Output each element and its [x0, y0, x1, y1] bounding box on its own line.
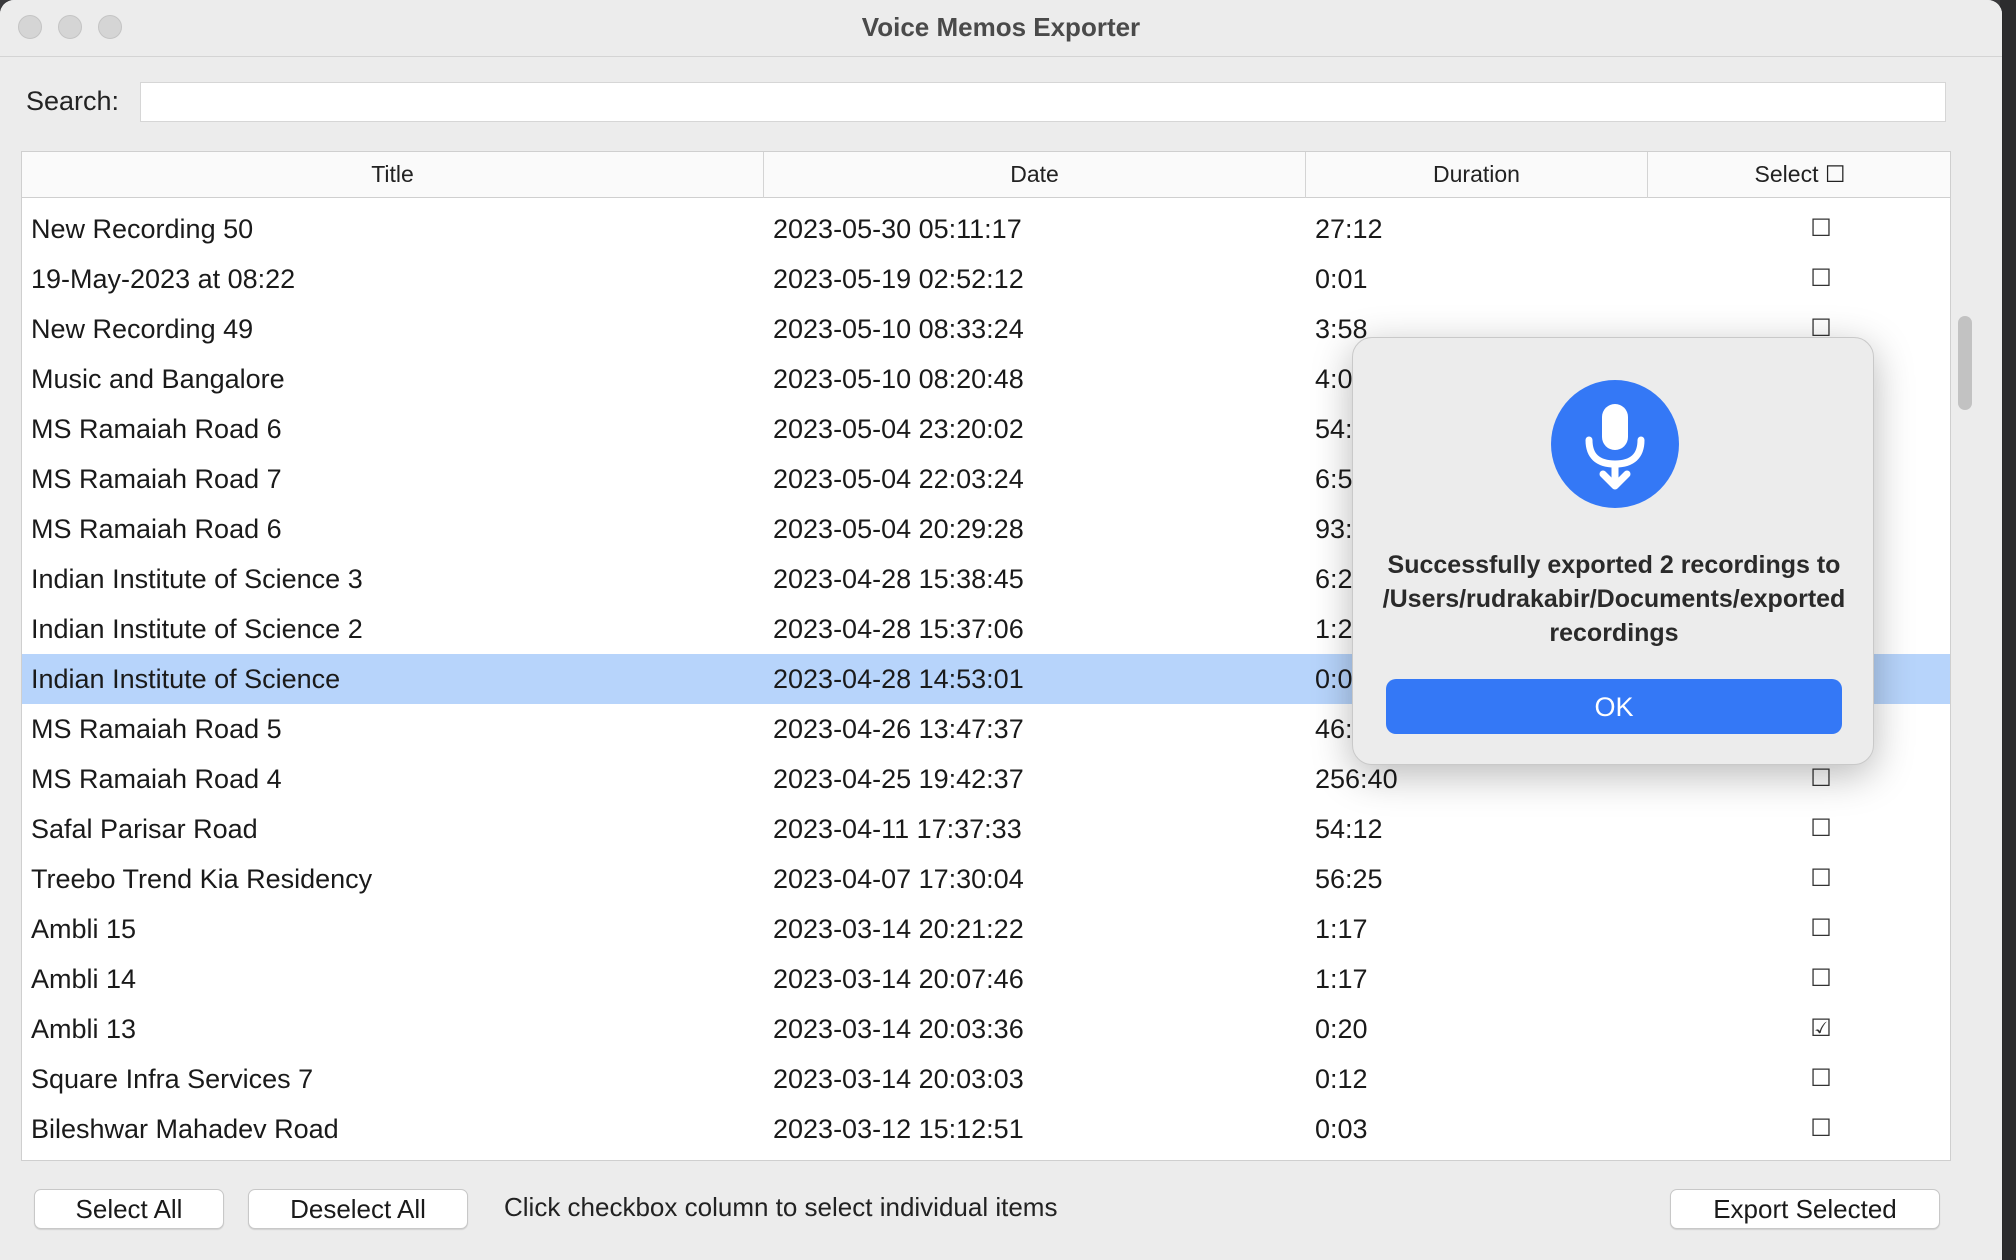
- row-date: 2023-04-07 17:30:04: [773, 864, 1024, 894]
- window-title: Voice Memos Exporter: [861, 12, 1141, 42]
- table-row[interactable]: Safal Parisar Road 2023-04-11 17:37:33 54:…: [22, 804, 1950, 854]
- row-date: 2023-03-14 20:03:03: [773, 1064, 1024, 1094]
- deselect-all-button[interactable]: Deselect All: [248, 1189, 468, 1229]
- row-date: 2023-03-14 20:21:22: [773, 914, 1024, 944]
- table-row[interactable]: Bileshwar Mahadev Road 2023-03-12 15:12:5…: [22, 1104, 1950, 1154]
- column-header-title[interactable]: Title: [22, 152, 764, 198]
- row-title: Music and Bangalore: [31, 364, 285, 394]
- vertical-scrollbar[interactable]: [1958, 316, 1972, 410]
- row-title: MS Ramaiah Road 6: [31, 514, 282, 544]
- row-date: 2023-04-28 14:53:01: [773, 664, 1024, 694]
- row-date: 2023-05-04 23:20:02: [773, 414, 1024, 444]
- column-header-date[interactable]: Date: [764, 152, 1306, 198]
- row-date: 2023-04-28 15:38:45: [773, 564, 1024, 594]
- row-duration: 1:17: [1315, 914, 1368, 944]
- row-date: 2023-04-26 13:47:37: [773, 714, 1024, 744]
- row-date: 2023-05-10 08:20:48: [773, 364, 1024, 394]
- row-date: 2023-05-04 22:03:24: [773, 464, 1024, 494]
- row-date: 2023-05-30 05:11:17: [773, 214, 1022, 244]
- table-row[interactable]: 19-May-2023 at 08:22 2023-05-19 02:52:12 0…: [22, 254, 1950, 304]
- app-window: Voice Memos Exporter Search: Title Date …: [0, 0, 2002, 1260]
- background-window-edge: [2000, 0, 2016, 1260]
- row-select-checkbox[interactable]: ☐: [1671, 254, 1950, 304]
- table-row[interactable]: Ambli 15 2023-03-14 20:21:22 1:17 ☐: [22, 904, 1950, 954]
- row-date: 2023-03-14 20:03:36: [773, 1014, 1024, 1044]
- row-title: Safal Parisar Road: [31, 814, 258, 844]
- row-duration: 0:01: [1315, 264, 1368, 294]
- row-title: New Recording 49: [31, 314, 254, 344]
- row-duration: 56:25: [1315, 864, 1383, 894]
- row-title: Ambli 14: [31, 964, 137, 994]
- row-title: Square Infra Services 7: [31, 1064, 314, 1094]
- export-selected-button[interactable]: Export Selected: [1670, 1189, 1940, 1229]
- row-select-checkbox[interactable]: ☐: [1671, 904, 1950, 954]
- row-duration: 0:12: [1315, 1064, 1368, 1094]
- row-title: Treebo Trend Kia Residency: [31, 864, 373, 894]
- row-duration: 27:12: [1315, 214, 1383, 244]
- row-date: 2023-03-14 20:07:46: [773, 964, 1024, 994]
- row-date: 2023-05-04 20:29:28: [773, 514, 1024, 544]
- dialog-message: Successfully exported 2 recordings to /U…: [1382, 551, 1846, 647]
- row-select-checkbox[interactable]: ☐: [1671, 204, 1950, 254]
- row-duration: 0:03: [1315, 1114, 1368, 1144]
- row-select-checkbox[interactable]: ☐: [1671, 954, 1950, 1004]
- row-select-checkbox[interactable]: ☐: [1671, 804, 1950, 854]
- select-all-button[interactable]: Select All: [34, 1189, 224, 1229]
- table-row[interactable]: Ambli 13 2023-03-14 20:03:36 0:20 ☑: [22, 1004, 1950, 1054]
- row-title: Indian Institute of Science 3: [31, 564, 363, 594]
- ok-button[interactable]: OK: [1386, 679, 1842, 734]
- row-title: MS Ramaiah Road 6: [31, 414, 282, 444]
- row-date: 2023-03-12 15:12:51: [773, 1114, 1024, 1144]
- row-title: MS Ramaiah Road 4: [31, 764, 282, 794]
- title-bar: Voice Memos Exporter: [0, 0, 2002, 57]
- footer-bar: Select All Deselect All Click checkbox c…: [0, 1170, 2002, 1260]
- voice-memo-icon: [1551, 380, 1679, 508]
- table-header: Title Date Duration Select ☐: [22, 152, 1950, 198]
- row-duration: 1:17: [1315, 964, 1368, 994]
- row-title: Ambli 15: [31, 914, 137, 944]
- row-select-checkbox[interactable]: ☑: [1671, 1004, 1950, 1054]
- row-select-checkbox[interactable]: ☐: [1671, 854, 1950, 904]
- table-row[interactable]: Treebo Trend Kia Residency 2023-04-07 17:…: [22, 854, 1950, 904]
- row-duration: 0:20: [1315, 1014, 1368, 1044]
- row-title: Indian Institute of Science 2: [31, 614, 363, 644]
- row-title: Bileshwar Mahadev Road: [31, 1114, 339, 1144]
- row-title: New Recording 50: [31, 214, 254, 244]
- row-duration: 54:12: [1315, 814, 1383, 844]
- search-label: Search:: [26, 86, 120, 116]
- table-row[interactable]: Ambli 14 2023-03-14 20:07:46 1:17 ☐: [22, 954, 1950, 1004]
- search-input[interactable]: [140, 82, 1946, 122]
- row-title: Indian Institute of Science: [31, 664, 341, 694]
- row-date: 2023-05-19 02:52:12: [773, 264, 1024, 294]
- row-title: MS Ramaiah Road 7: [31, 464, 282, 494]
- row-select-checkbox[interactable]: ☐: [1671, 1104, 1950, 1154]
- row-date: 2023-04-28 15:37:06: [773, 614, 1024, 644]
- export-success-dialog: Successfully exported 2 recordings to /U…: [1352, 337, 1874, 765]
- column-header-duration[interactable]: Duration: [1306, 152, 1648, 198]
- row-date: 2023-04-25 19:42:37: [773, 764, 1024, 794]
- table-row[interactable]: New Recording 50 2023-05-30 05:11:17 27:12…: [22, 204, 1950, 254]
- selection-hint: Click checkbox column to select individu…: [504, 1192, 1058, 1222]
- row-date: 2023-04-11 17:37:33: [773, 814, 1022, 844]
- column-header-select[interactable]: Select ☐: [1648, 152, 1950, 198]
- row-title: MS Ramaiah Road 5: [31, 714, 282, 744]
- row-select-checkbox[interactable]: ☐: [1671, 1054, 1950, 1104]
- row-title: Ambli 13: [31, 1014, 137, 1044]
- row-title: 19-May-2023 at 08:22: [31, 264, 296, 294]
- table-row[interactable]: Square Infra Services 7 2023-03-14 20:03:…: [22, 1054, 1950, 1104]
- row-date: 2023-05-10 08:33:24: [773, 314, 1024, 344]
